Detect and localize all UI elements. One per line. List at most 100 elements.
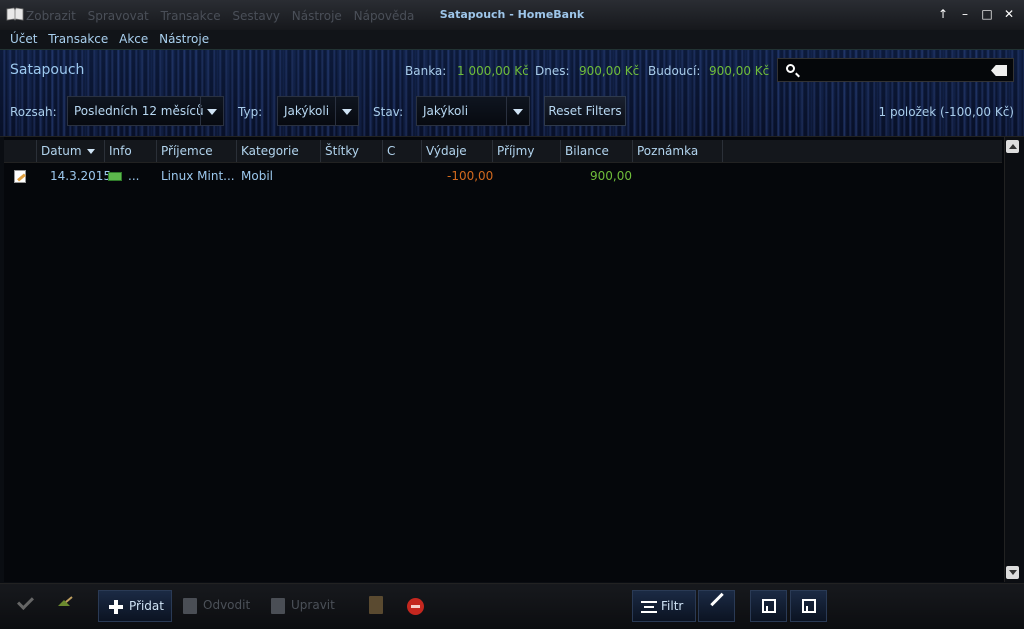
bottom-toolbar: Přidat Odvodit Upravit Filtr [0, 583, 1024, 629]
column-header-label: Výdaje [426, 144, 467, 158]
maximize-icon[interactable]: □ [978, 5, 996, 23]
column-header-status[interactable] [4, 140, 37, 162]
column-header-poznamka[interactable]: Poznámka [633, 140, 723, 162]
column-header-label: Kategorie [241, 144, 299, 158]
column-header-label: Poznámka [637, 144, 699, 158]
ghost-menu-item: Spravovat [87, 9, 149, 23]
cell-prijemce: Linux Mint... [161, 169, 235, 183]
rozsah-value: Posledních 12 měsíců [74, 104, 204, 118]
edit-button-label: Upravit [291, 598, 335, 612]
vertical-scrollbar[interactable] [1004, 137, 1020, 582]
column-header-prijemce[interactable]: Příjemce [157, 140, 237, 162]
export-button[interactable] [790, 590, 827, 622]
cell-bilance: 900,00 [590, 169, 632, 183]
menu-bar: Účet Transakce Akce Nástroje [0, 30, 1024, 50]
column-header-label: Příjmy [497, 144, 535, 158]
reset-filters-button[interactable]: Reset Filters [544, 96, 626, 126]
minimize-icon[interactable]: – [956, 5, 974, 23]
stav-select[interactable]: Jakýkoli [416, 96, 530, 126]
ghost-menu-item: Nástroje [291, 9, 342, 23]
column-header-info[interactable]: Info [105, 140, 157, 162]
title-bar: Zobrazit Spravovat Transakce Sestavy Nás… [0, 0, 1024, 31]
filter-button-label: Filtr [661, 599, 684, 613]
search-field[interactable] [777, 58, 1014, 82]
banka-value: 1 000,00 Kč [457, 64, 529, 78]
cell-datum: 14.3.2015 [50, 169, 112, 183]
keep-above-icon[interactable]: ↑ [934, 5, 952, 23]
column-header-kategorie[interactable]: Kategorie [237, 140, 321, 162]
transaction-count: 1 položek (-100,00 Kč) [878, 105, 1015, 119]
column-header-prijmy[interactable]: Příjmy [493, 140, 561, 162]
inherit-button[interactable]: Odvodit [183, 590, 263, 622]
column-header-c[interactable]: C [383, 140, 422, 162]
typ-label: Typ: [238, 105, 263, 119]
menu-ucet[interactable]: Účet [10, 30, 37, 46]
banka-label: Banka: [405, 64, 447, 78]
import-button[interactable] [750, 590, 787, 622]
table-row[interactable]: 14.3.2015 ... Linux Mint... Mobil -100,0… [4, 166, 1002, 188]
rozsah-select[interactable]: Posledních 12 měsíců [67, 96, 224, 126]
close-icon[interactable]: ✕ [1000, 5, 1018, 23]
export-icon [802, 599, 816, 613]
edit-button[interactable]: Upravit [271, 590, 345, 622]
column-header-vydaje[interactable]: Výdaje [422, 140, 493, 162]
scroll-up-icon[interactable] [1006, 140, 1019, 153]
clear-broom-icon[interactable] [56, 596, 74, 610]
column-header-label: C [387, 144, 396, 158]
typ-select[interactable]: Jakýkoli [277, 96, 359, 126]
plus-icon [109, 599, 123, 614]
search-icon [786, 64, 795, 73]
homebank-book-icon[interactable] [6, 7, 24, 21]
scroll-down-icon[interactable] [1006, 566, 1019, 579]
menu-transakce[interactable]: Transakce [48, 30, 108, 46]
account-title: Satapouch [10, 62, 85, 78]
chevron-down-icon [335, 97, 358, 125]
sort-desc-icon [86, 149, 95, 154]
multi-edit-icon[interactable] [369, 596, 383, 614]
typ-value: Jakýkoli [284, 104, 330, 118]
column-header-datum[interactable]: Datum [37, 140, 105, 162]
cell-vydaje: -100,00 [447, 169, 494, 183]
ghost-menu-item: Zobrazit [26, 9, 76, 23]
ghost-menu-item: Transakce [160, 9, 221, 23]
ghost-menu-item: Sestavy [232, 9, 280, 23]
reconcile-check-icon[interactable] [17, 593, 34, 610]
stav-label: Stav: [373, 105, 404, 119]
ghost-menu-item: Nápověda [353, 9, 415, 23]
column-header-stitky[interactable]: Štítky [321, 140, 383, 162]
dnes-value: 900,00 Kč [579, 64, 640, 78]
stav-value: Jakýkoli [423, 104, 469, 118]
chevron-down-icon [506, 97, 529, 125]
cash-icon [108, 172, 122, 181]
menu-akce[interactable]: Akce [119, 30, 148, 46]
column-header-bilance[interactable]: Bilance [561, 140, 633, 162]
add-button[interactable]: Přidat [98, 590, 172, 622]
rozsah-label: Rozsah: [10, 105, 57, 119]
import-icon [762, 599, 776, 613]
magic-wand-icon [710, 592, 724, 607]
column-header-label: Info [109, 144, 132, 158]
column-header-label: Datum [41, 144, 82, 158]
budouci-label: Budoucí: [648, 64, 701, 78]
column-header-label: Štítky [325, 144, 359, 158]
table-header: Datum Info Příjemce Kategorie Štítky C V… [4, 140, 1002, 163]
budouci-value: 900,00 Kč [709, 64, 770, 78]
add-button-label: Přidat [129, 599, 164, 613]
window-controls: ↑ – □ ✕ [934, 5, 1018, 23]
edit-document-icon [271, 597, 285, 614]
cell-info: ... [128, 169, 140, 183]
inherit-button-label: Odvodit [203, 598, 251, 612]
delete-icon[interactable] [407, 598, 424, 615]
transaction-table: Datum Info Příjemce Kategorie Štítky C V… [4, 137, 1004, 582]
auto-assign-button[interactable] [698, 590, 735, 622]
clear-search-icon[interactable] [991, 65, 1007, 76]
ghost-menu: Zobrazit Spravovat Transakce Sestavy Nás… [26, 9, 422, 23]
edit-note-icon [14, 170, 26, 183]
chevron-down-icon [200, 97, 223, 125]
menu-nastroje[interactable]: Nástroje [159, 30, 209, 46]
filter-button[interactable]: Filtr [632, 590, 696, 622]
column-header-label: Bilance [565, 144, 609, 158]
column-header-label: Příjemce [161, 144, 213, 158]
copy-document-icon [183, 597, 197, 614]
search-input[interactable] [802, 61, 986, 81]
